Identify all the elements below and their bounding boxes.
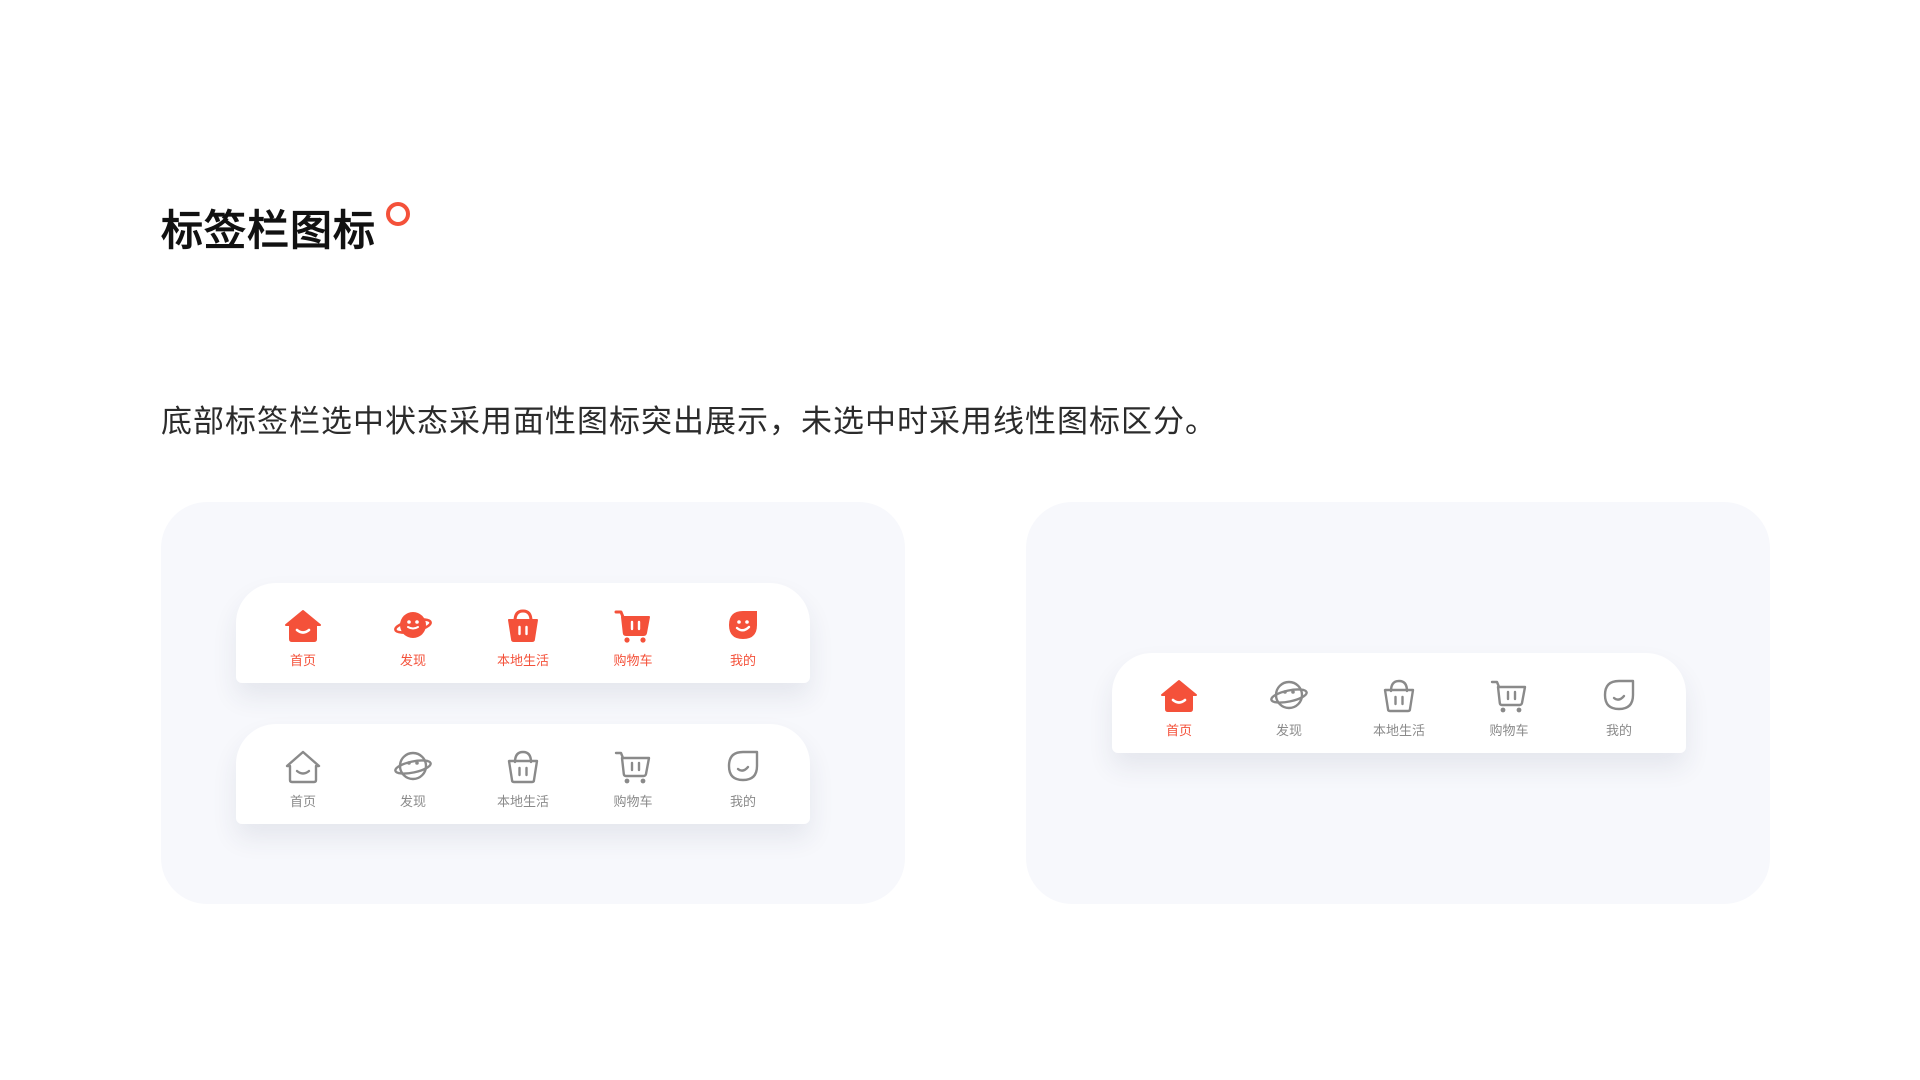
tab-label: 发现: [1275, 724, 1302, 739]
home-icon: [285, 750, 321, 784]
basket-icon: [1383, 679, 1415, 713]
page-description: 底部标签栏选中状态采用面性图标突出展示，未选中时采用线性图标区分。: [161, 404, 1217, 440]
face-icon: [729, 611, 757, 639]
tab-label: 发现: [399, 795, 426, 810]
tab-label: 首页: [1165, 724, 1192, 739]
basket-icon: [508, 609, 538, 642]
tab-mine[interactable]: 我的: [691, 724, 795, 811]
tab-label: 发现: [399, 654, 426, 669]
tab-label: 本地生活: [496, 654, 549, 669]
comparison-panel: 首页 发现 本地生活 购物车 我的 首页 发现 本地生活 购物车 我的: [161, 502, 905, 904]
tab-discover[interactable]: 发现: [361, 724, 465, 811]
planet-icon: [394, 751, 432, 781]
tab-label: 我的: [729, 654, 756, 669]
tab-local-life[interactable]: 本地生活: [471, 724, 575, 811]
planet-icon: [1270, 680, 1308, 710]
filled-tab-bar: 首页 发现 本地生活 购物车 我的: [236, 583, 810, 683]
tab-cart[interactable]: 购物车: [1457, 653, 1561, 740]
demo-panel: 首页 发现 本地生活 购物车 我的: [1026, 502, 1770, 904]
cart-icon: [614, 610, 650, 643]
tab-home[interactable]: 首页: [251, 583, 355, 670]
face-icon: [727, 750, 759, 782]
tab-local-life[interactable]: 本地生活: [1347, 653, 1451, 740]
tab-cart[interactable]: 购物车: [581, 724, 685, 811]
tab-home[interactable]: 首页: [1127, 653, 1231, 740]
planet-icon: [394, 612, 432, 638]
home-icon: [1161, 680, 1197, 712]
tab-label: 首页: [289, 795, 316, 810]
basket-icon: [507, 750, 539, 784]
tab-label: 购物车: [613, 654, 653, 669]
home-icon: [285, 610, 321, 642]
tab-label: 我的: [729, 795, 756, 810]
page-title-group: 标签栏图标: [161, 196, 411, 266]
tab-label: 本地生活: [496, 795, 549, 810]
tab-discover[interactable]: 发现: [361, 583, 465, 670]
tab-home[interactable]: 首页: [251, 724, 355, 811]
tab-discover[interactable]: 发现: [1237, 653, 1341, 740]
tab-label: 首页: [289, 654, 316, 669]
title-accent-ring: [386, 202, 411, 226]
tab-label: 购物车: [1489, 724, 1529, 739]
tab-mine[interactable]: 我的: [691, 583, 795, 670]
cart-icon: [1490, 680, 1527, 713]
tab-label: 购物车: [613, 795, 653, 810]
page-title: 标签栏图标: [161, 206, 377, 255]
demo-tab-bar: 首页 发现 本地生活 购物车 我的: [1112, 653, 1686, 753]
tab-mine[interactable]: 我的: [1567, 653, 1671, 740]
face-icon: [1603, 679, 1635, 711]
tab-label: 本地生活: [1372, 724, 1425, 739]
outline-tab-bar: 首页 发现 本地生活 购物车 我的: [236, 724, 810, 824]
cart-icon: [614, 751, 651, 784]
tab-local-life[interactable]: 本地生活: [471, 583, 575, 670]
tab-label: 我的: [1605, 724, 1632, 739]
tab-cart[interactable]: 购物车: [581, 583, 685, 670]
